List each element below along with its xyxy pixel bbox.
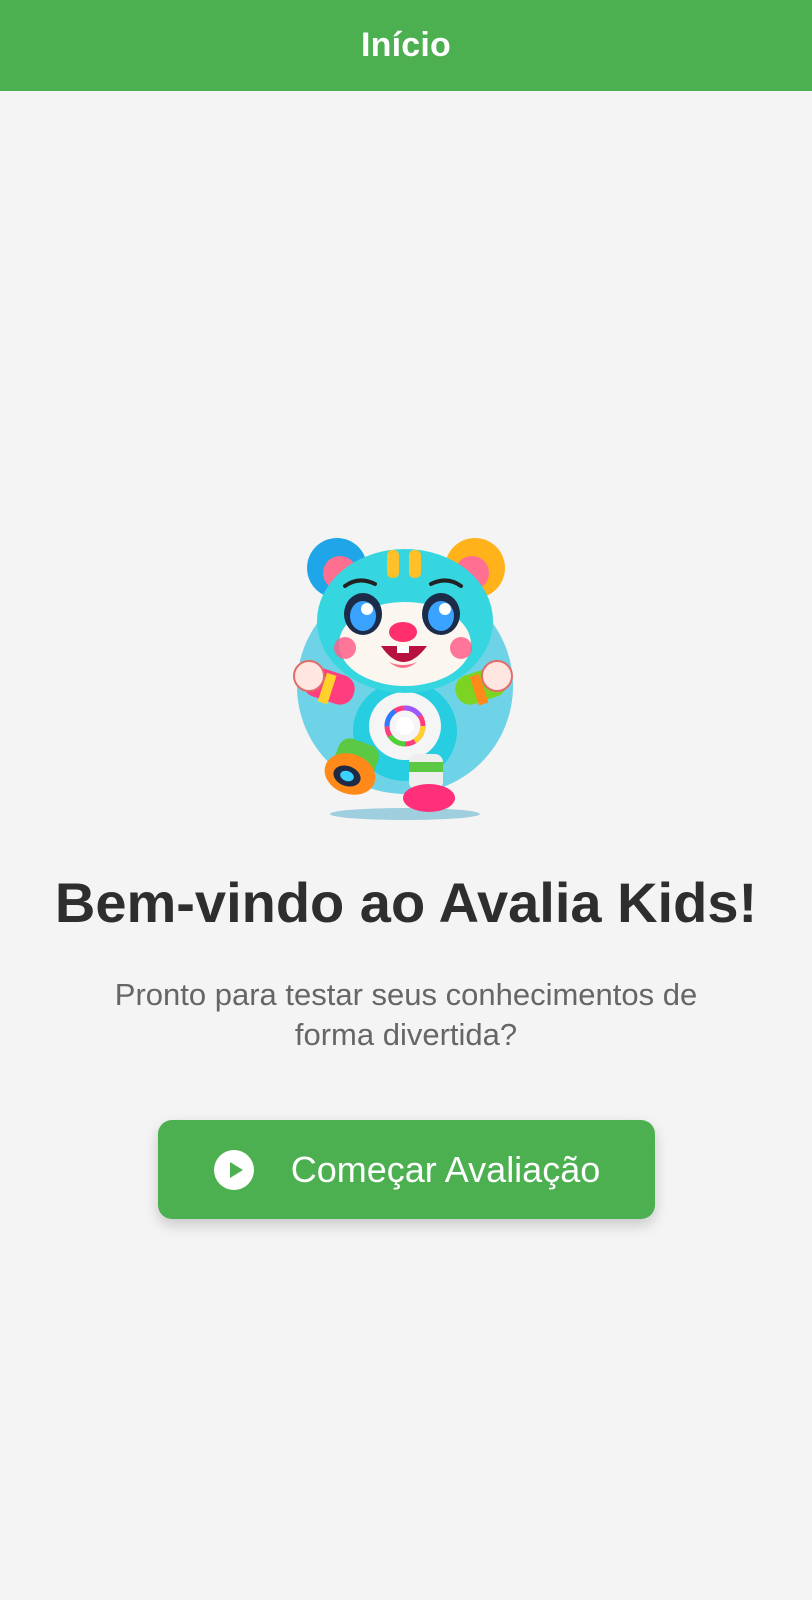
home-screen: Bem-vindo ao Avalia Kids! Pronto para te… <box>0 91 812 1600</box>
header-title: Início <box>361 26 451 64</box>
welcome-subtitle: Pronto para testar seus conhecimentos de… <box>114 977 698 1052</box>
bear-mascot-illustration <box>285 536 525 836</box>
start-assessment-button[interactable]: Começar Avaliação <box>158 1120 655 1219</box>
app-header: Início <box>0 0 812 91</box>
welcome-title: Bem-vindo ao Avalia Kids! <box>54 871 758 934</box>
play-circle-icon <box>213 1149 255 1191</box>
start-assessment-label: Começar Avaliação <box>290 1148 601 1190</box>
